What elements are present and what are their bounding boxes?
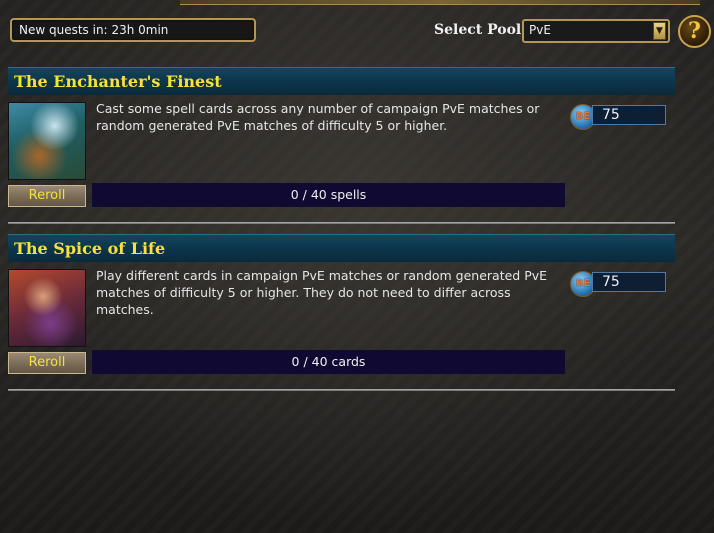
divider — [8, 222, 675, 224]
reward-amount: 75 — [592, 105, 666, 125]
pool-select-value: PvE — [529, 23, 551, 37]
quest-description: Cast some spell cards across any number … — [96, 101, 540, 133]
reroll-button[interactable]: Reroll — [8, 352, 86, 374]
quest-title: The Enchanter's Finest — [8, 67, 675, 95]
quest-description: Play different cards in campaign PvE mat… — [96, 268, 548, 317]
pool-select[interactable]: PvE ▼ — [522, 19, 670, 43]
quest-progress-bar: 0 / 40 spells — [92, 183, 565, 207]
quest-title: The Spice of Life — [8, 234, 675, 262]
reward-amount: 75 — [592, 272, 666, 292]
quest-timer: New quests in: 23h 0min — [10, 18, 256, 42]
timer-label: New quests in: — [19, 23, 108, 37]
timer-value: 23h 0min — [111, 23, 169, 37]
pool-label: Select Pool: — [434, 22, 527, 38]
help-button[interactable]: ? — [678, 15, 711, 48]
quest-portrait-image — [8, 102, 86, 180]
quest-portrait-image — [8, 269, 86, 347]
divider — [8, 389, 675, 391]
chevron-down-icon[interactable]: ▼ — [653, 22, 666, 40]
quest-card: The Enchanter's Finest Cast some spell c… — [8, 67, 675, 217]
quest-progress-bar: 0 / 40 cards — [92, 350, 565, 374]
reroll-button[interactable]: Reroll — [8, 185, 86, 207]
top-frame-strip — [180, 0, 700, 5]
quest-card: The Spice of Life Play different cards i… — [8, 234, 675, 384]
